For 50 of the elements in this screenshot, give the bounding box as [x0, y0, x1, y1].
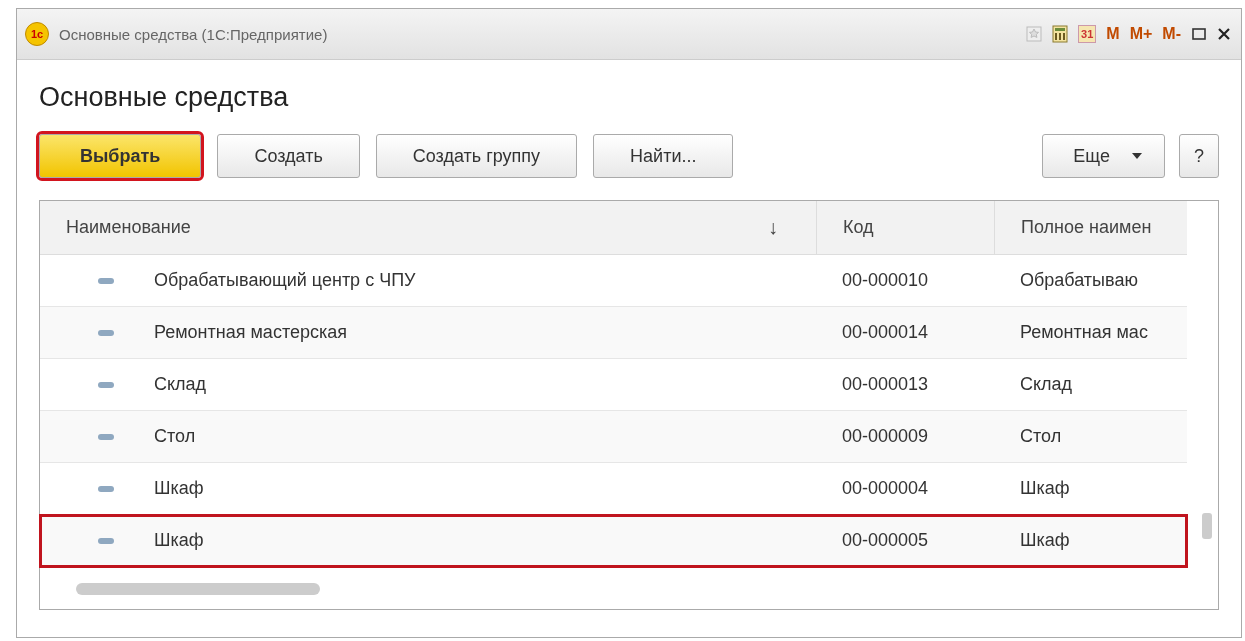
toolbar-button[interactable]: Создать группу	[375, 134, 578, 178]
table-cell: Стол	[154, 426, 196, 447]
toolbar-button[interactable]: Выбрать	[39, 134, 202, 178]
page-title: Основные средства	[39, 82, 290, 114]
column-header[interactable]: Полное наимен	[994, 201, 1187, 255]
column-header[interactable]: Наименование ↓	[40, 201, 816, 255]
caret-icon	[1132, 153, 1142, 159]
sort-arrow: ↓	[768, 216, 778, 239]
table-cell: Шкаф	[1020, 478, 1070, 499]
table-cell: Обрабатываю	[1020, 270, 1138, 291]
more-dropdown[interactable]: Еще	[1042, 134, 1165, 178]
calendar-icon[interactable]: 31	[1078, 25, 1097, 43]
toolbar-button[interactable]: Создать	[217, 134, 360, 178]
table-cell: 00-000014	[842, 322, 929, 343]
window-title: Основные средства (1С:Предприятие)	[59, 25, 328, 43]
item-icon	[98, 381, 114, 388]
column-header[interactable]: Код	[816, 201, 994, 255]
item-icon	[98, 277, 114, 284]
help-button[interactable]: ?	[1179, 134, 1219, 178]
item-icon	[98, 433, 114, 440]
table-cell: Стол	[1020, 426, 1062, 447]
scrollbar-thumb[interactable]	[1202, 513, 1212, 539]
memory-button[interactable]: M	[1106, 25, 1120, 43]
item-icon	[98, 329, 114, 336]
item-icon	[98, 537, 114, 544]
memory-button[interactable]: M-	[1162, 25, 1181, 43]
table-cell: Склад	[1020, 374, 1073, 395]
item-icon	[98, 485, 114, 492]
table-row[interactable]: Ремонтная мастерская 00-000014 Ремонтная мас	[40, 307, 1187, 359]
table-cell: Шкаф	[154, 530, 204, 551]
maximize-icon[interactable]	[1191, 26, 1207, 42]
table-cell: 00-000010	[842, 270, 929, 291]
table-cell: Ремонтная мас	[1020, 322, 1148, 343]
toolbar-button[interactable]: Найти...	[593, 134, 734, 178]
close-icon[interactable]	[1217, 27, 1231, 41]
table-cell: 00-000009	[842, 426, 929, 447]
app-logo: 1с	[25, 22, 49, 46]
calculator-icon[interactable]	[1052, 25, 1069, 43]
memory-button[interactable]: M+	[1129, 25, 1153, 43]
table-cell: 00-000004	[842, 478, 929, 499]
table-cell: Шкаф	[1020, 530, 1070, 551]
table-cell: 00-000013	[842, 374, 929, 395]
table-cell: Склад	[154, 374, 207, 395]
table-cell: Ремонтная мастерская	[154, 322, 347, 343]
table-cell: 00-000005	[842, 530, 929, 551]
table-cell: Шкаф	[154, 478, 204, 499]
scrollbar-thumb[interactable]	[76, 583, 320, 595]
table-row[interactable]: Шкаф 00-000005 Шкаф	[40, 515, 1187, 567]
table-cell: Обрабатывающий центр с ЧПУ	[154, 270, 416, 291]
table-row[interactable]: Стол 00-000009 Стол	[40, 411, 1187, 463]
